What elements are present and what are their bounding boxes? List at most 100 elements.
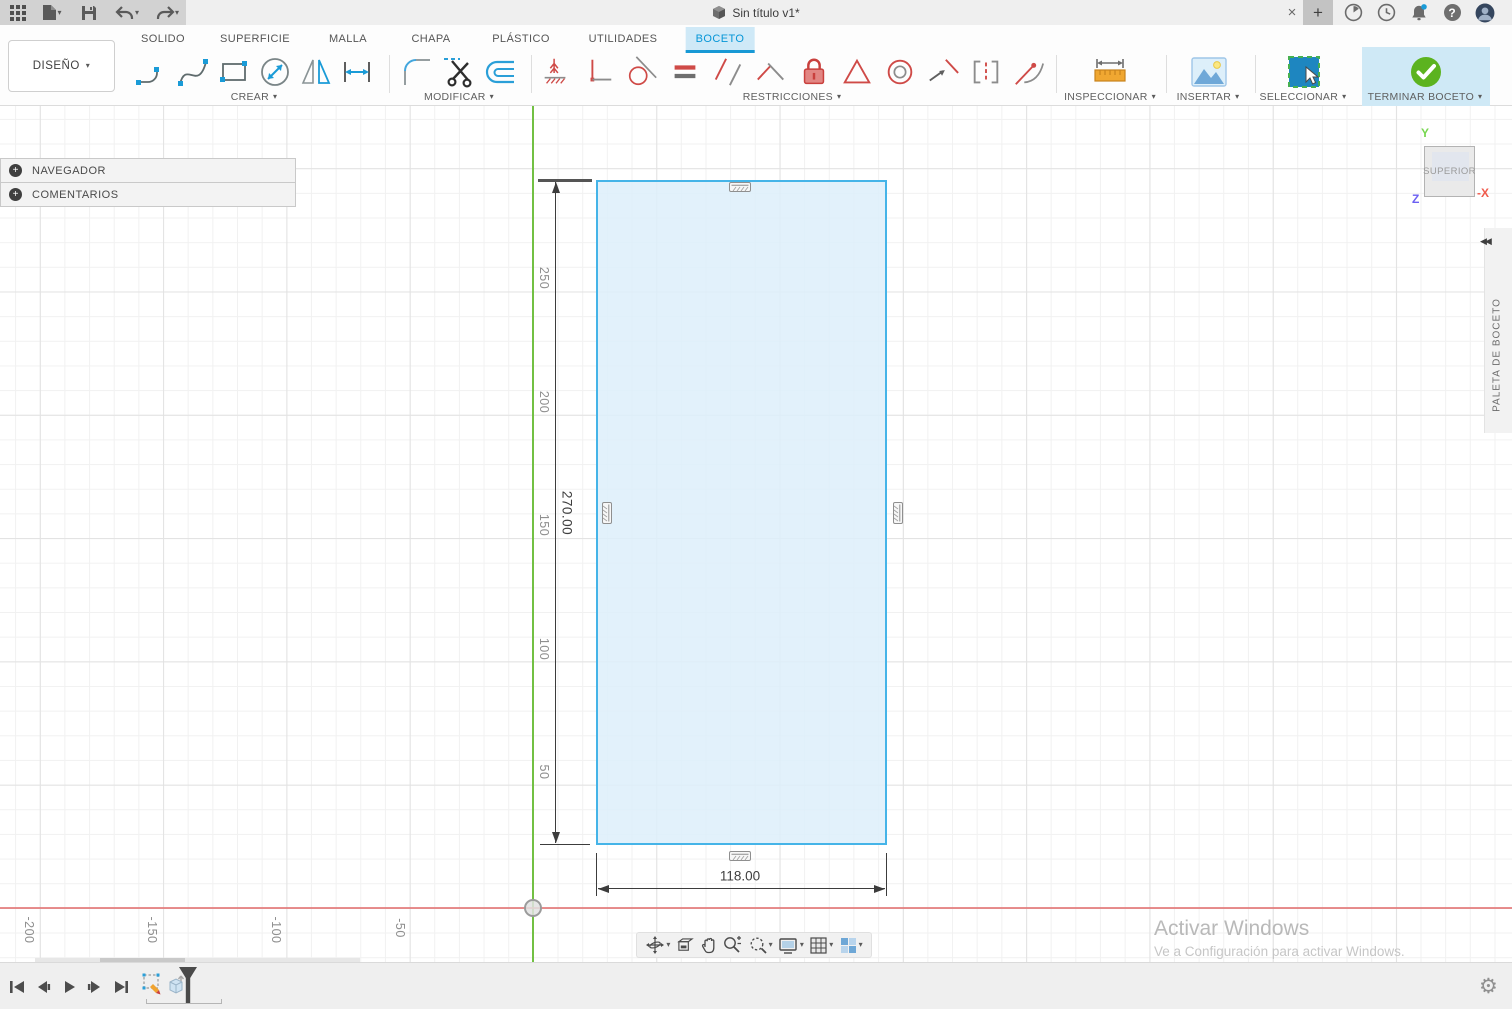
play-icon[interactable]: [60, 978, 78, 1001]
sketch-palette-tab[interactable]: PALETA DE BOCETO: [1492, 298, 1503, 412]
new-tab-button[interactable]: +: [1303, 0, 1333, 25]
tab-superficie[interactable]: SUPERFICIE: [210, 27, 300, 51]
tangent-constraint-icon[interactable]: [620, 52, 663, 92]
zoom-icon[interactable]: [722, 935, 742, 955]
terminar-boceto-label[interactable]: TERMINAR BOCETO ▾: [1368, 91, 1483, 103]
navegador-panel-header[interactable]: + NAVEGADOR: [0, 158, 296, 183]
design-workspace-button[interactable]: DISEÑO ▾: [8, 40, 115, 92]
history-clock-icon[interactable]: [1371, 0, 1401, 25]
dim-line-horizontal[interactable]: [598, 888, 885, 890]
horizontal-scrollbar-thumb[interactable]: [100, 958, 185, 962]
rectangle-tool-icon[interactable]: [213, 52, 254, 92]
collapse-panel-arrows[interactable]: ◀◀: [1480, 236, 1492, 247]
midpoint-constraint-icon[interactable]: [964, 52, 1007, 92]
fillet-tool-icon[interactable]: [396, 52, 438, 92]
separator: [1166, 55, 1167, 93]
pan-hand-icon[interactable]: [700, 936, 717, 954]
concentric-constraint-icon[interactable]: [878, 52, 921, 92]
horizontal-constraint-icon[interactable]: [729, 179, 751, 197]
go-to-start-icon[interactable]: [8, 978, 26, 1001]
display-settings-icon[interactable]: ▾: [778, 936, 804, 955]
zoom-window-icon[interactable]: ▾: [748, 935, 773, 955]
curvature-constraint-icon[interactable]: [1007, 52, 1050, 92]
modificar-group-label[interactable]: MODIFICAR ▾: [424, 91, 494, 103]
finish-sketch-check-icon[interactable]: [1405, 52, 1446, 92]
insert-image-icon[interactable]: [1188, 52, 1229, 92]
viewports-icon[interactable]: ▾: [839, 936, 863, 955]
circle-tool-icon[interactable]: [254, 52, 295, 92]
polygon-constraint-icon[interactable]: [835, 52, 878, 92]
notifications-bell-icon[interactable]: [1404, 0, 1434, 25]
go-to-end-icon[interactable]: [112, 978, 130, 1001]
measure-ruler-icon[interactable]: [1089, 52, 1130, 92]
spline-tool-icon[interactable]: [172, 52, 213, 92]
lock-constraint-icon[interactable]: [792, 52, 835, 92]
inspeccionar-group-label[interactable]: INSPECCIONAR ▾: [1064, 91, 1156, 103]
help-icon[interactable]: ?: [1437, 0, 1467, 25]
undo-icon[interactable]: ▾: [109, 0, 145, 25]
collinear-constraint-icon[interactable]: [749, 52, 792, 92]
dim-line-vertical[interactable]: [555, 182, 557, 843]
line-tool-icon[interactable]: [131, 52, 172, 92]
viewcube[interactable]: SUPERIOR: [1423, 146, 1476, 197]
sketch-dimension-icon[interactable]: [336, 52, 377, 92]
file-menu-icon[interactable]: ▾: [35, 0, 69, 25]
equal-constraint-icon[interactable]: [663, 52, 706, 92]
vertical-constraint-icon[interactable]: [888, 502, 906, 524]
vertical-constraint-icon[interactable]: [597, 502, 615, 524]
orbit-icon[interactable]: ▾: [645, 935, 670, 955]
close-document-button[interactable]: ×: [1281, 0, 1303, 25]
dim-arrow-down: [551, 832, 560, 843]
dim-arrow-left: [598, 884, 609, 893]
v-ruler-150: 150: [537, 513, 551, 537]
sketch-profile-rectangle[interactable]: [596, 180, 887, 845]
tab-plastico[interactable]: PLÁSTICO: [482, 27, 560, 51]
ribbon: SOLIDO SUPERFICIE MALLA CHAPA PLÁSTICO U…: [0, 25, 1512, 106]
origin-point[interactable]: [524, 899, 542, 917]
app-grid-menu-icon[interactable]: [5, 0, 31, 25]
tab-solido[interactable]: SOLIDO: [131, 27, 195, 51]
seleccionar-group-label[interactable]: SELECCIONAR ▾: [1260, 91, 1347, 103]
step-back-icon[interactable]: [34, 978, 52, 1001]
dimension-height-value[interactable]: 270.00: [560, 491, 575, 535]
offset-tool-icon[interactable]: [480, 52, 522, 92]
v-ruler-200: 200: [537, 390, 551, 414]
dimension-width-value[interactable]: 118.00: [720, 869, 760, 884]
expand-plus-icon[interactable]: +: [9, 164, 22, 177]
viewcube-face-label[interactable]: SUPERIOR: [1423, 166, 1476, 177]
comentarios-panel-header[interactable]: + COMENTARIOS: [0, 182, 296, 207]
timeline-group-bracket: [146, 999, 222, 1004]
job-status-icon[interactable]: [1338, 0, 1368, 25]
mirror-tool-icon[interactable]: [295, 52, 336, 92]
insertar-group-label[interactable]: INSERTAR ▾: [1177, 91, 1240, 103]
dim-ext-left: [596, 853, 598, 896]
expand-plus-icon[interactable]: +: [9, 188, 22, 201]
step-forward-icon[interactable]: [86, 978, 104, 1001]
horizontal-constraint-icon[interactable]: [729, 848, 751, 866]
tab-boceto-active[interactable]: BOCETO: [685, 27, 755, 53]
navigation-bar: ▾ ▾ ▾ ▾ ▾: [636, 932, 872, 958]
trim-scissors-icon[interactable]: [438, 52, 480, 92]
redo-icon[interactable]: ▾: [149, 0, 185, 25]
h-ruler-neg200: -200: [22, 916, 36, 944]
perpendicular-constraint-icon[interactable]: [577, 52, 620, 92]
fix-constraint-icon[interactable]: [534, 52, 577, 92]
viewcube-axis-z: Z: [1412, 192, 1420, 206]
timeline-sketch-feature-icon[interactable]: [140, 972, 164, 1001]
look-at-icon[interactable]: [676, 937, 695, 954]
symmetry-constraint-icon[interactable]: [921, 52, 964, 92]
grid-settings-icon[interactable]: ▾: [809, 936, 833, 955]
user-avatar[interactable]: [1470, 0, 1500, 25]
crear-group-label[interactable]: CREAR ▾: [231, 91, 278, 103]
horizontal-scrollbar-track[interactable]: [35, 958, 360, 962]
select-tool-icon[interactable]: [1283, 52, 1324, 92]
restricciones-icon-group: [534, 52, 1050, 92]
timeline-settings-gear-icon[interactable]: ⚙: [1479, 974, 1498, 999]
restricciones-group-label[interactable]: RESTRICCIONES ▾: [743, 91, 842, 103]
tab-malla[interactable]: MALLA: [319, 27, 377, 51]
tab-chapa[interactable]: CHAPA: [401, 27, 460, 51]
h-ruler-neg100: -100: [269, 916, 283, 944]
tab-utilidades[interactable]: UTILIDADES: [579, 27, 668, 51]
parallel-constraint-icon[interactable]: [706, 52, 749, 92]
save-icon[interactable]: [73, 0, 105, 25]
